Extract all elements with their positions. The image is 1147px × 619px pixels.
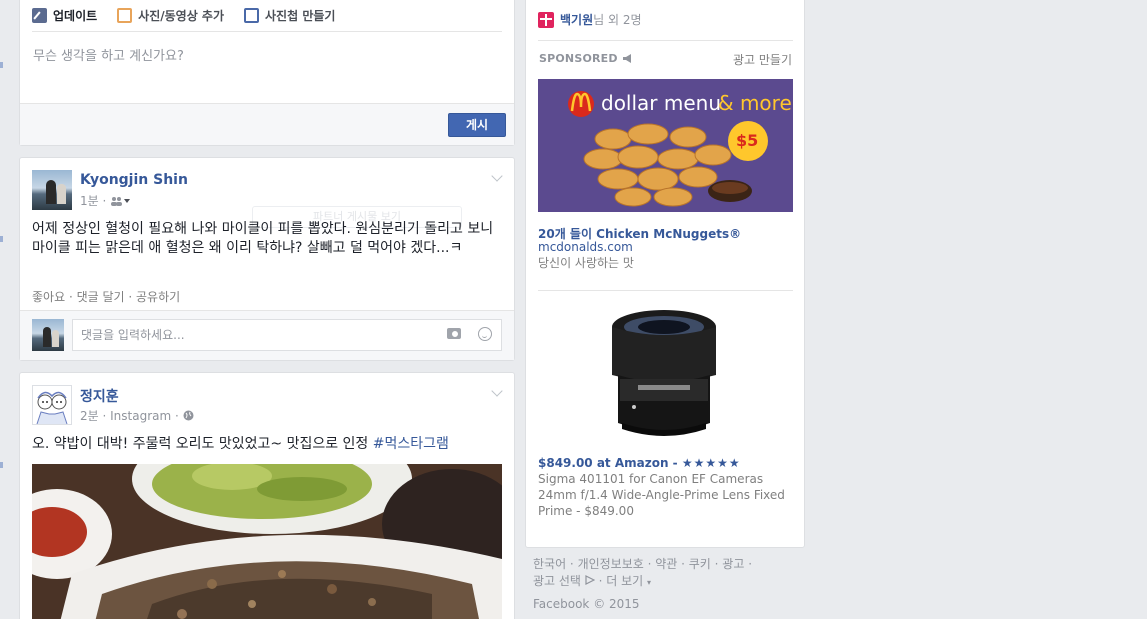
copyright: Facebook © 2015 [533,597,640,611]
commenter-avatar [32,319,64,351]
post-button[interactable]: 게시 [448,113,506,137]
birthday-reminder[interactable]: 백기원님 외 2명 [538,11,642,28]
feed-post: 정지훈 2분 · Instagram · 오. 약밥이 대박! 주물럭 오리도 … [19,372,515,619]
hashtag-link[interactable]: #먹스타그램 [373,436,449,452]
ad-price-badge: $5 [736,131,759,150]
left-edge-marker [0,462,3,468]
friends-audience-icon[interactable] [110,196,132,206]
food-photo-image [32,464,502,619]
left-edge-marker [0,236,3,242]
divider [538,290,793,291]
album-icon [244,7,260,23]
ad-price-text: $849.00 at Amazon - [538,456,682,470]
ad-brand-text: dollar menu [601,91,722,115]
composer-tabs: 업데이트 사진/동영상 추가 사진첩 만들기 [32,5,502,32]
post-actions: 좋아요 · 댓글 달기 · 공유하기 [32,290,181,304]
camera-lens-image [538,305,793,445]
ad-choices-link[interactable]: 광고 선택 [533,574,581,588]
post-author[interactable]: 정지훈 [80,386,119,406]
post-meta: 1분 · [80,192,132,209]
friend-name-link[interactable]: 백기원 [560,13,593,27]
post-time[interactable]: 2분 · Instagram · [80,407,179,424]
divider [538,40,793,41]
tab-add-photo-label: 사진/동영상 추가 [138,8,225,23]
footer-links-2: 광고 선택 · 더 보기 ▾ [533,573,783,591]
camera-icon[interactable] [447,328,461,339]
sponsored-label: SPONSORED [539,52,633,65]
photo-icon [117,7,133,23]
post-text: 어제 정상인 혈청이 필요해 나와 마이클이 피를 뽑았다. 원심분리기 돌리고… [32,221,494,256]
like-link[interactable]: 좋아요 [32,290,65,304]
comment-bar: 댓글을 입력하세요... [20,310,514,360]
sponsored-text: SPONSORED [539,52,618,65]
globe-icon[interactable] [183,410,194,421]
tab-update-label: 업데이트 [53,8,98,23]
avatar[interactable] [32,170,72,210]
footer-links[interactable]: 한국어 · 개인정보보호 · 약관 · 쿠키 · 광고 · [533,556,783,573]
ad-price-line[interactable]: $849.00 at Amazon - ★★★★★ [538,456,741,470]
ad-description: Sigma 401101 for Canon EF Cameras 24mm f… [538,472,785,518]
post-text-main: 오. 약밥이 대박! 주물럭 오리도 맛있었고~ 맛집으로 인정 [32,436,373,452]
post-photo[interactable] [32,464,502,619]
post-options-chevron-icon[interactable] [491,387,503,399]
ad-image-camera-lens[interactable] [538,305,793,445]
right-sidebar: 백기원님 외 2명 SPONSORED 광고 만들기 dollar menu &… [525,0,805,548]
post-text: 오. 약밥이 대박! 주물럭 오리도 맛있었고~ 맛집으로 인정 #먹스타그램 [32,433,449,453]
feed-post: Kyongjin Shin 1분 · 파트너 게시물 보기 어제 정상인 혈청이… [19,157,515,361]
comment-input[interactable]: 댓글을 입력하세요... [72,319,502,351]
page-footer: 한국어 · 개인정보보호 · 약관 · 쿠키 · 광고 · 광고 선택 · 더 … [533,556,783,613]
avatar[interactable] [32,385,72,425]
more-link[interactable]: · 더 보기 [595,574,644,588]
tab-add-photo-video[interactable]: 사진/동영상 추가 [117,5,224,25]
cartoon-avatar-icon [36,391,68,424]
pencil-icon [32,7,47,23]
gift-icon [538,11,554,28]
tab-create-album-label: 사진첩 만들기 [265,8,336,23]
post-options-chevron-icon[interactable] [491,172,503,184]
ad-choices-icon[interactable] [585,575,596,585]
tab-create-album[interactable]: 사진첩 만들기 [244,5,335,25]
ad-more-text: & more [718,91,792,115]
left-edge-marker [0,62,3,68]
ad-image-mcdonalds[interactable]: dollar menu & more $5 [538,79,793,212]
friends-rest: 님 외 2명 [593,13,642,27]
tab-update[interactable]: 업데이트 [32,5,97,25]
composer-footer: 게시 [20,103,514,145]
post-composer: 업데이트 사진/동영상 추가 사진첩 만들기 무슨 생각을 하고 계신가요? 게… [19,0,515,146]
chevron-down-icon: ▾ [647,578,652,587]
ad-description: 당신이 사랑하는 맛 [538,256,634,270]
emoji-icon[interactable] [478,327,492,341]
composer-input[interactable]: 무슨 생각을 하고 계신가요? [33,45,184,64]
ad-url[interactable]: mcdonalds.com [538,240,633,254]
rating-stars: ★★★★★ [681,456,741,470]
post-meta: 2분 · Instagram · [80,407,194,424]
create-ad-link[interactable]: 광고 만들기 [733,51,792,68]
post-time[interactable]: 1분 · [80,192,106,209]
post-author[interactable]: Kyongjin Shin [80,172,188,188]
share-link[interactable]: 공유하기 [136,290,180,304]
megaphone-icon [622,54,631,63]
comment-link[interactable]: 댓글 달기 [77,290,125,304]
